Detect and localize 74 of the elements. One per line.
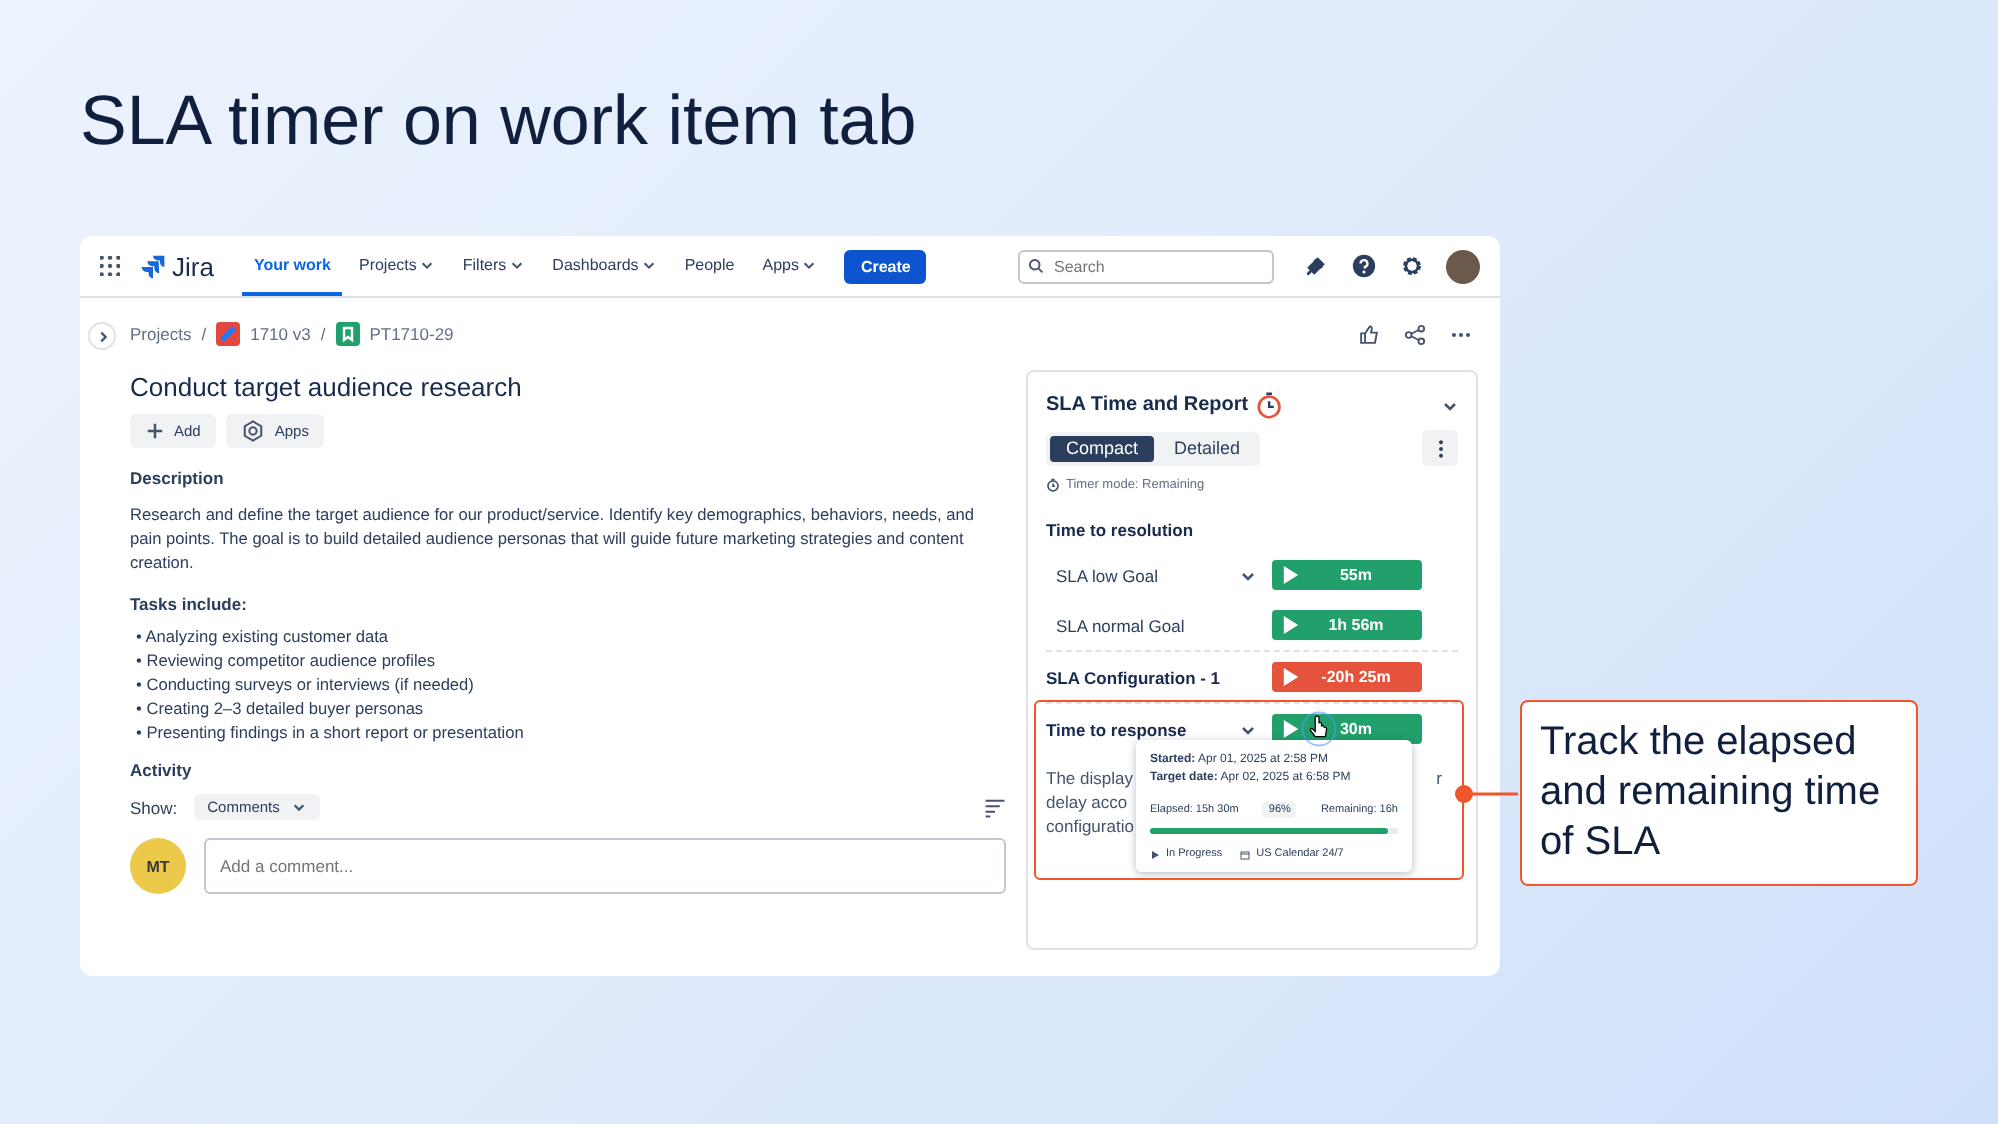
nav-tab[interactable]: People <box>672 236 747 296</box>
collapse-icon[interactable] <box>1442 397 1458 413</box>
task-item: • Reviewing competitor audience profiles <box>134 648 438 672</box>
logo-icon <box>140 253 166 279</box>
user-avatar[interactable] <box>1446 249 1480 283</box>
sla-heading: Time to resolution <box>1046 520 1196 540</box>
panel-title: SLA Time and Report <box>1046 394 1249 416</box>
calendar-icon <box>1240 849 1251 859</box>
sla-name: Time to response <box>1046 719 1189 739</box>
sort-icon[interactable] <box>984 796 1006 818</box>
nav-tab[interactable]: Apps <box>750 236 829 296</box>
settings-icon[interactable] <box>1400 254 1424 278</box>
description-text: delay acco <box>1046 790 1128 814</box>
sla-name: SLA normal Goal <box>1056 615 1187 635</box>
expand-sidebar-button[interactable] <box>88 322 116 350</box>
project-icon <box>216 322 241 346</box>
timer-value: -20h 25m <box>1319 668 1393 686</box>
more-button[interactable] <box>1422 430 1458 466</box>
description-text: Research and define the target audience for our product/service. Identify key demographics, behaviors, needs, and pain points. The goal is to build detailed audience personas that will guide future marketing strategies and content creation. <box>130 502 977 574</box>
task-item: • Conducting surveys or interviews (if needed) <box>134 672 476 696</box>
play-icon[interactable] <box>1282 718 1300 740</box>
stopwatch-icon <box>1256 390 1287 420</box>
breadcrumb-link[interactable]: 1710 v3 <box>250 324 311 344</box>
description-text: configuratio <box>1046 814 1134 838</box>
story-icon <box>335 322 360 346</box>
caret-icon[interactable] <box>1240 567 1256 583</box>
comment-field[interactable]: Add a comment... <box>204 838 1006 894</box>
play-icon[interactable] <box>1282 666 1300 688</box>
breadcrumb-separator: / <box>320 324 326 344</box>
timer-value: 55m <box>1337 566 1374 584</box>
task-item: • Creating 2–3 detailed buyer personas <box>134 696 426 720</box>
create-button[interactable]: Create <box>844 249 927 283</box>
callout-text: Track the elapsed and remaining time of SLA <box>1520 700 1918 886</box>
timer-value: 30m <box>1337 720 1374 738</box>
more-icon <box>1437 437 1443 459</box>
issue-title: Conduct target audience research <box>130 370 524 406</box>
play-icon[interactable] <box>1282 614 1300 636</box>
play-icon[interactable] <box>1282 564 1300 586</box>
timer-icon <box>1046 478 1060 492</box>
thumbs-up-icon[interactable] <box>1358 323 1380 345</box>
task-item: • Analyzing existing customer data <box>134 624 391 648</box>
description-text: The display <box>1046 766 1133 790</box>
view-tab[interactable]: Detailed <box>1158 435 1257 461</box>
leader-line <box>1452 784 1520 804</box>
section-heading: Tasks include: <box>130 594 249 614</box>
timer-value: 1h 56m <box>1326 616 1386 634</box>
nav-tab[interactable]: Projects <box>346 236 447 296</box>
share-icon[interactable] <box>1404 323 1426 345</box>
caret-icon <box>291 800 306 814</box>
product-name: Jira <box>172 251 214 281</box>
app-grid-icon[interactable] <box>100 256 120 276</box>
slide-title: SLA timer on work item tab <box>78 80 919 164</box>
help-icon[interactable] <box>1352 254 1376 278</box>
plus-icon <box>146 422 164 440</box>
show-label: Show: <box>130 797 178 817</box>
breadcrumb-link[interactable]: Projects <box>130 324 192 344</box>
chevron-right-icon <box>95 329 109 343</box>
task-item: • Presenting findings in a short report or presentation <box>134 720 526 744</box>
section-heading: Activity <box>130 760 194 780</box>
hexagon-icon <box>242 420 265 442</box>
view-tab[interactable]: Compact <box>1050 435 1155 461</box>
nav-tab[interactable]: Filters <box>450 236 537 296</box>
search-field[interactable]: Search <box>1018 249 1274 283</box>
breadcrumb-separator: / <box>201 324 207 344</box>
breadcrumb-link[interactable]: PT1710-29 <box>369 324 454 344</box>
caret-icon[interactable] <box>1240 721 1256 737</box>
nav-tab[interactable]: Dashboards <box>540 236 669 296</box>
user-avatar: MT <box>130 838 186 894</box>
sla-name: SLA Configuration - 1 <box>1046 667 1223 687</box>
sla-name: SLA low Goal <box>1056 565 1161 585</box>
play-icon <box>1150 849 1160 859</box>
description-text: r <box>1436 766 1442 790</box>
nav-tab[interactable]: Your work <box>241 236 343 296</box>
section-heading: Description <box>130 468 226 488</box>
